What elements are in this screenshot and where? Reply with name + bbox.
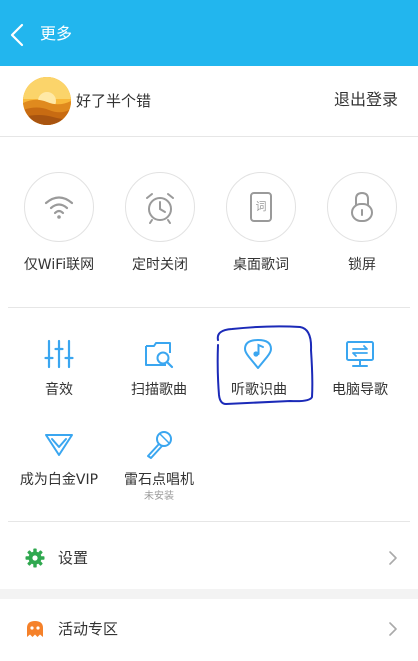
- back-arrow-icon[interactable]: [8, 22, 28, 48]
- user-profile-row: 好了半个错 退出登录: [0, 66, 418, 137]
- settings-label: 设置: [58, 549, 89, 567]
- wifi-only-toggle[interactable]: [24, 172, 94, 242]
- desktop-lyrics-icon-text: 词: [255, 200, 267, 213]
- lock-screen-button[interactable]: [327, 172, 397, 242]
- chevron-right-icon: [389, 551, 397, 565]
- desktop-lyrics-icon: 词: [250, 192, 272, 222]
- username: 好了半个错: [76, 92, 152, 110]
- music-recognition-icon: [244, 339, 272, 369]
- jukebox-label: 雷石点唱机: [124, 472, 194, 488]
- alarm-clock-icon: [146, 193, 174, 224]
- ghost-icon: [27, 621, 43, 637]
- section-divider: [8, 521, 410, 522]
- logout-button[interactable]: 退出登录: [334, 90, 398, 110]
- section-spacer: [0, 589, 418, 599]
- vip-diamond-icon: [45, 434, 73, 456]
- jukebox-button[interactable]: [141, 426, 177, 462]
- sleep-timer-button[interactable]: [125, 172, 195, 242]
- avatar[interactable]: [23, 77, 71, 125]
- wifi-icon: [44, 196, 74, 219]
- sound-effects-button[interactable]: [41, 336, 77, 372]
- desktop-lyrics-label: 桌面歌词: [233, 257, 289, 273]
- chevron-right-icon: [389, 622, 397, 636]
- song-recognition-button[interactable]: [240, 336, 276, 372]
- sleep-timer-label: 定时关闭: [132, 257, 188, 273]
- scan-songs-button[interactable]: [141, 336, 177, 372]
- sunset-avatar-icon: [23, 77, 71, 125]
- sound-effects-label: 音效: [45, 382, 73, 398]
- song-recognition-label: 听歌识曲: [231, 382, 287, 398]
- pc-transfer-button[interactable]: [342, 336, 378, 372]
- gear-icon: [25, 548, 45, 568]
- wifi-only-label: 仅WiFi联网: [23, 257, 95, 273]
- scan-folder-icon: [145, 342, 174, 369]
- jukebox-install-status: 未安装: [144, 491, 174, 502]
- activity-zone-label: 活动专区: [58, 620, 119, 638]
- lock-icon: [351, 191, 373, 222]
- equalizer-icon: [44, 339, 74, 369]
- app-header: 更多: [0, 0, 418, 66]
- scan-songs-label: 扫描歌曲: [131, 382, 187, 398]
- microphone-icon: [147, 431, 172, 459]
- settings-row[interactable]: 设置: [0, 527, 418, 589]
- page-title: 更多: [40, 24, 73, 43]
- desktop-lyrics-button[interactable]: 词: [226, 172, 296, 242]
- activity-zone-row[interactable]: 活动专区: [0, 599, 418, 661]
- lock-screen-label: 锁屏: [348, 257, 376, 273]
- section-divider: [8, 307, 410, 308]
- pc-transfer-icon: [346, 341, 374, 367]
- vip-button[interactable]: [41, 426, 77, 462]
- vip-label: 成为白金VIP: [19, 472, 99, 488]
- pc-transfer-label: 电脑导歌: [332, 382, 388, 398]
